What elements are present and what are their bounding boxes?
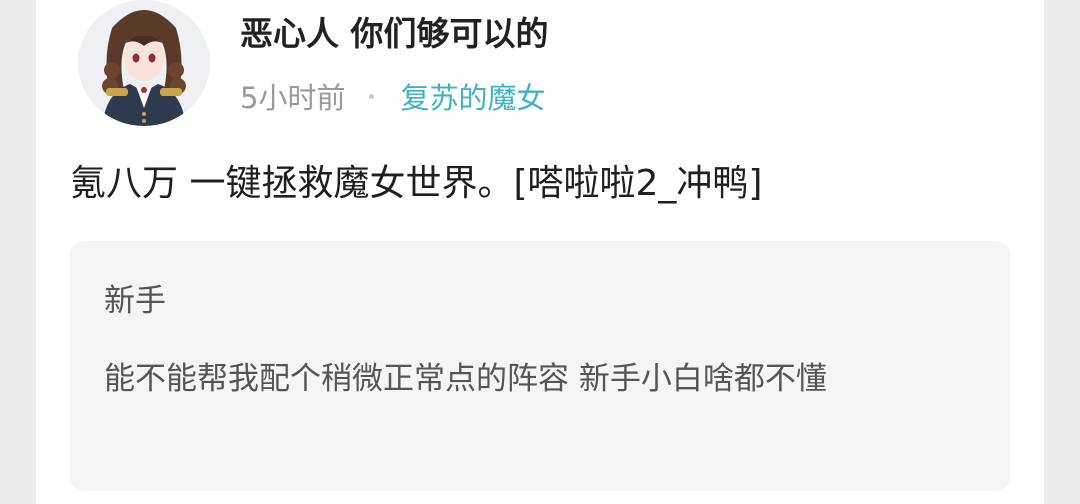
user-avatar[interactable]	[78, 0, 210, 126]
post-meta: 5小时前 复苏的魔女	[240, 76, 545, 116]
post-time: 5小时前	[240, 81, 346, 115]
anime-girl-avatar-icon	[78, 0, 210, 126]
post-content: 氪八万 一键拯救魔女世界。[嗒啦啦2_冲鸭]	[70, 163, 763, 204]
quoted-post-body: 能不能帮我配个稍微正常点的阵容 新手小白啥都不懂	[104, 361, 827, 397]
separator-dot	[369, 93, 375, 99]
quoted-post[interactable]: 新手 能不能帮我配个稍微正常点的阵容 新手小白啥都不懂	[70, 241, 1010, 491]
author-name[interactable]: 恶心人 你们够可以的	[240, 14, 549, 54]
topic-link[interactable]: 复苏的魔女	[400, 75, 545, 117]
quoted-post-title: 新手	[104, 283, 166, 319]
post-card: 恶心人 你们够可以的 5小时前 复苏的魔女 氪八万 一键拯救魔女世界。[嗒啦啦2…	[36, 0, 1044, 504]
